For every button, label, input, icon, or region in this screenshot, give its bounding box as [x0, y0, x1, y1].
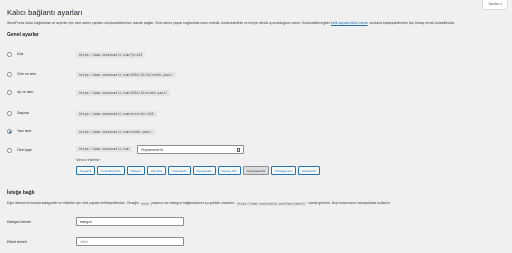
tag-button[interactable]: %monthnum% — [97, 166, 125, 175]
option-label: Özel yapı — [17, 148, 33, 152]
tag-button[interactable]: %minute% — [168, 166, 191, 175]
note-before: Eğer isterseniz burada kategoriler ve et… — [7, 201, 140, 205]
radio-day-name[interactable] — [7, 71, 12, 77]
custom-structure-value: /%postname%/ — [141, 148, 164, 152]
option-label: Yazı ismi — [17, 129, 32, 133]
option-label: Gün ve isim — [17, 72, 36, 76]
available-tags-link[interactable]: belli sayıda etiket vardır — [331, 21, 368, 25]
tag-button[interactable]: %author% — [297, 166, 320, 175]
tag-base-input[interactable]: etiket — [76, 237, 184, 246]
intro-text: WordPress kalıcı bağlantılar ve arşivler… — [7, 21, 502, 26]
tag-button[interactable]: %second% — [192, 166, 216, 175]
radio-plain[interactable] — [7, 51, 12, 57]
general-settings-heading: Genel ayarlar — [7, 32, 39, 38]
option-label: Düz — [17, 52, 24, 56]
category-base-label: Kategori temeli — [7, 220, 31, 224]
tag-button[interactable]: %category% — [271, 166, 296, 175]
note-after: olarak görünür. Boş bırakırsanız varsayı… — [307, 201, 391, 205]
intro-after: , bunlarla başlayabilmeniz için birkaç ö… — [367, 21, 456, 25]
note-middle: yazdınız ise kategori bağlantılarınız şu… — [150, 201, 236, 205]
intro-before: WordPress kalıcı bağlantılar ve arşivler… — [7, 21, 332, 25]
radio-custom[interactable] — [7, 147, 12, 153]
page-title: Kalıcı bağlantı ayarları — [7, 8, 83, 17]
optional-heading: İsteğe bağlı — [7, 190, 35, 196]
radio-numeric[interactable] — [7, 110, 12, 116]
tag-button[interactable]: %post_id% — [217, 166, 241, 175]
clipboard-icon[interactable] — [237, 147, 240, 152]
tag-button-active[interactable]: %postname% — [242, 166, 270, 175]
tag-button[interactable]: %hour% — [146, 166, 167, 175]
tag-base-placeholder: etiket — [80, 240, 88, 244]
option-label: Ay ve isim — [17, 90, 34, 94]
option-plain[interactable]: Düz — [7, 50, 23, 58]
tag-button[interactable]: %day% — [126, 166, 145, 175]
tag-buttons: %year% %monthnum% %day% %hour% %minute% … — [76, 166, 320, 175]
note-example-url: https://www.seokocaeli.com/konu/genel/ — [235, 201, 308, 206]
note-code: konu — [139, 201, 151, 206]
custom-structure-input[interactable]: /%postname%/ — [137, 145, 244, 154]
option-label: Sayısal — [17, 111, 29, 115]
help-tab-label: Yardım — [488, 2, 500, 6]
example-url: https://www.seokocaeli.com/2024/12/14/or… — [76, 72, 176, 78]
custom-base-url: https://www.seokocaeli.com — [76, 146, 132, 152]
option-custom[interactable]: Özel yapı — [7, 146, 32, 154]
radio-month-name[interactable] — [7, 89, 12, 95]
category-base-value: kategori — [80, 220, 92, 224]
example-url: https://www.seokocaeli.com/2024/12/ornek… — [76, 90, 170, 96]
optional-note: Eğer isterseniz burada kategoriler ve et… — [7, 200, 502, 207]
tag-base-label: Etiket temeli — [7, 240, 27, 244]
example-url: https://www.seokocaeli.com/arsivler/123 — [76, 111, 157, 117]
available-tags-label: Mevcut etiketler: — [76, 158, 101, 162]
chevron-down-icon: ▾ — [500, 2, 502, 6]
tag-button[interactable]: %year% — [76, 166, 96, 175]
help-tab[interactable]: Yardım ▾ — [482, 0, 508, 10]
option-month-name[interactable]: Ay ve isim — [7, 88, 33, 96]
example-url: https://www.seokocaeli.com/ornek-yazi/ — [76, 129, 155, 135]
option-numeric[interactable]: Sayısal — [7, 109, 29, 117]
category-base-input[interactable]: kategori — [76, 217, 184, 226]
option-day-name[interactable]: Gün ve isim — [7, 70, 36, 78]
example-url: https://www.seokocaeli.com/?p=123 — [76, 52, 146, 58]
radio-post-name[interactable] — [7, 128, 12, 134]
option-post-name[interactable]: Yazı ismi — [7, 127, 31, 135]
